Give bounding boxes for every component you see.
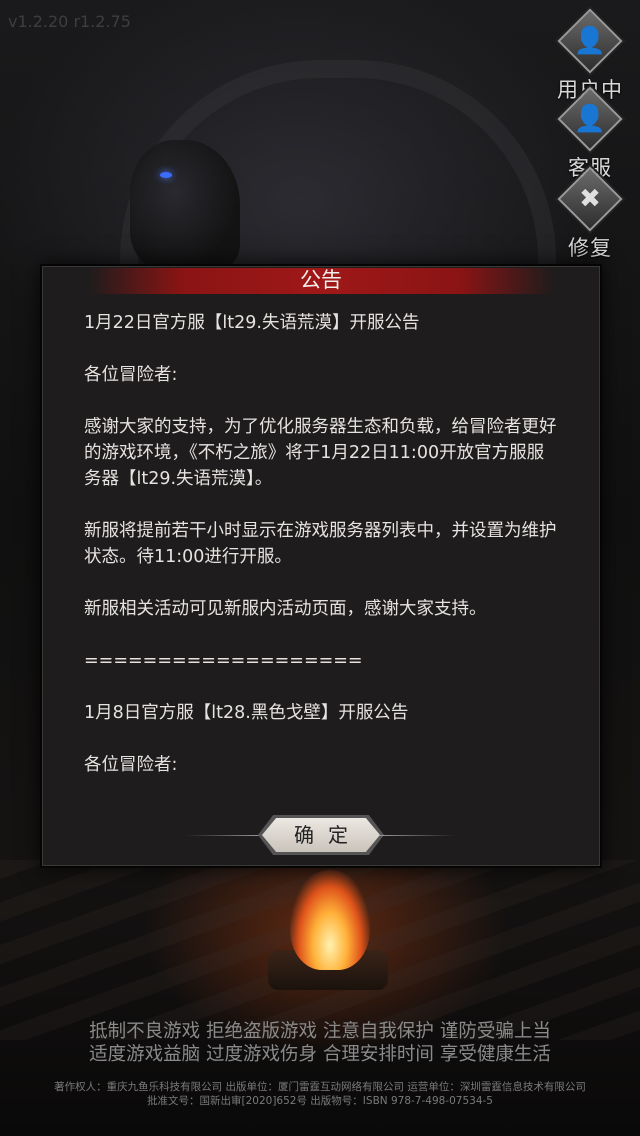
announcement-body[interactable]: 1月22日官方服【lt29.失语荒漠】开服公告 各位冒险者: 感谢大家的支持，为… (84, 310, 560, 800)
knight-glowing-eye (160, 172, 172, 178)
customer-service-glyph: 👤 (573, 104, 607, 134)
campfire-flame (290, 870, 370, 970)
confirm-button[interactable]: 确定 (262, 818, 380, 852)
user-center-glyph: 👤 (573, 26, 607, 56)
repair-label: 修复 (568, 236, 612, 260)
announcement-title: 公告 (300, 268, 342, 292)
repair-button[interactable]: ✖ 修复 (548, 166, 632, 262)
announcement-paragraph: 新服相关活动可见新服内活动页面，感谢大家支持。 (84, 599, 487, 619)
announcement-paragraph: 感谢大家的支持，为了优化服务器生态和负载，给冒险者更好的游戏环境，《不朽之旅》将… (84, 417, 557, 489)
announcement-paragraph: 1月22日官方服【lt29.失语荒漠】开服公告 (84, 313, 420, 333)
health-notice-line-1: 抵制不良游戏 拒绝盗版游戏 注意自我保护 谨防受骗上当 (89, 1021, 551, 1042)
confirm-decor-line-left (186, 835, 262, 836)
health-notice-line-2: 适度游戏益脑 过度游戏伤身 合理安排时间 享受健康生活 (89, 1044, 551, 1065)
health-gaming-notice: 抵制不良游戏 拒绝盗版游戏 注意自我保护 谨防受骗上当 适度游戏益脑 过度游戏伤… (0, 1020, 640, 1066)
announcement-dialog: 公告 1月22日官方服【lt29.失语荒漠】开服公告 各位冒险者: 感谢大家的支… (40, 264, 602, 868)
confirm-row: 确定 (42, 815, 600, 855)
confirm-decor-line-right (380, 835, 456, 836)
legal-info: 著作权人：重庆九鱼乐科技有限公司 出版单位：厦门雷霆互动网络有限公司 运营单位：… (0, 1080, 640, 1108)
announcement-paragraph: 各位冒险者: (84, 365, 178, 385)
version-label: v1.2.20 r1.2.75 (8, 12, 131, 31)
announcement-paragraph: 各位冒险者: (84, 755, 178, 775)
repair-glyph: ✖ (579, 184, 601, 214)
announcement-paragraph: 新服将提前若干小时显示在游戏服务器列表中，并设置为维护状态。待11:00进行开服… (84, 521, 557, 567)
legal-line-1: 著作权人：重庆九鱼乐科技有限公司 出版单位：厦门雷霆互动网络有限公司 运营单位：… (54, 1081, 586, 1093)
legal-line-2: 批准文号：国新出审[2020]652号 出版物号：ISBN 978-7-498-… (147, 1095, 493, 1107)
dark-knight-figure (130, 140, 240, 270)
announcement-divider: =================== (84, 651, 363, 671)
announcement-paragraph: 1月8日官方服【lt28.黑色戈壁】开服公告 (84, 703, 409, 723)
